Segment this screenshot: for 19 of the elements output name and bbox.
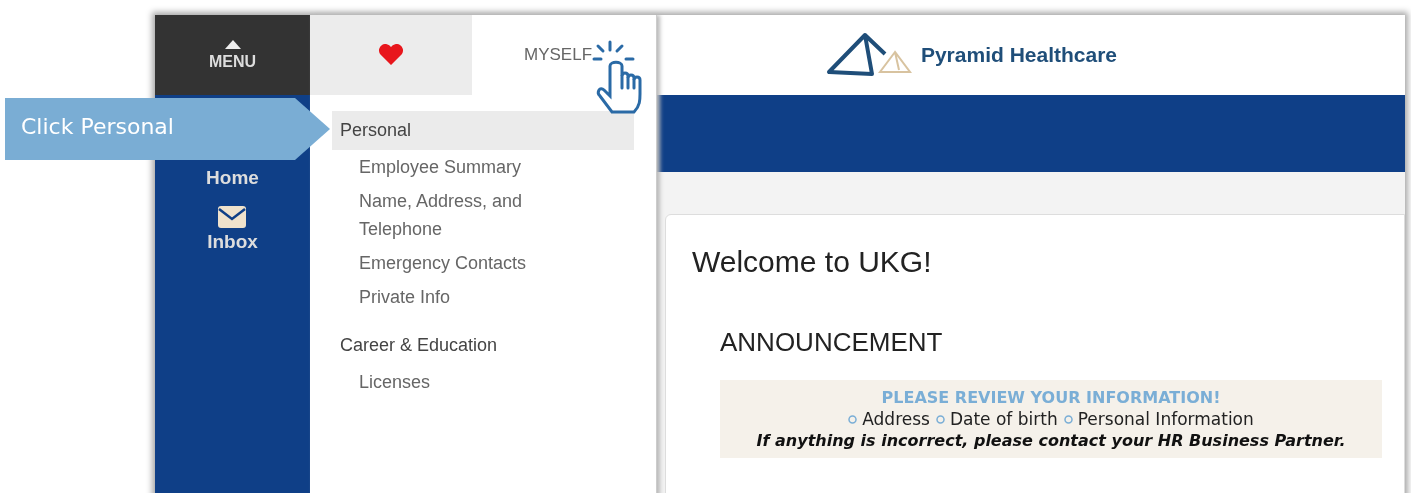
notice-item: Date of birth	[949, 409, 1058, 429]
notice-heading: PLEASE REVIEW YOUR INFORMATION!	[881, 388, 1221, 407]
menu-item[interactable]: Emergency Contacts	[332, 246, 527, 280]
notice-item: Personal Information	[1077, 409, 1254, 429]
menu-item[interactable]: Employee Summary	[332, 150, 522, 184]
callout-text: Click Personal	[21, 114, 174, 139]
menu-item[interactable]: Private Info	[332, 280, 451, 314]
menu-item[interactable]: Name, Address, and Telephone	[332, 184, 532, 246]
page-title: Welcome to UKG!	[692, 245, 933, 279]
section-heading: ANNOUNCEMENT	[720, 327, 944, 358]
menu-group[interactable]: Personal	[332, 111, 634, 150]
menu-group[interactable]: Career & Education	[332, 326, 634, 365]
menu-item[interactable]: Licenses	[332, 365, 431, 399]
notice-footer: If anything is incorrect, please contact your HR Business Partner.	[756, 431, 1346, 450]
notice-item: Address	[862, 409, 930, 429]
nav-item[interactable]: Home	[206, 167, 259, 189]
brand-name: Pyramid Healthcare	[920, 43, 1118, 67]
menu-button[interactable]: MENU	[155, 15, 310, 95]
nav-item[interactable]: Inbox	[207, 205, 258, 253]
